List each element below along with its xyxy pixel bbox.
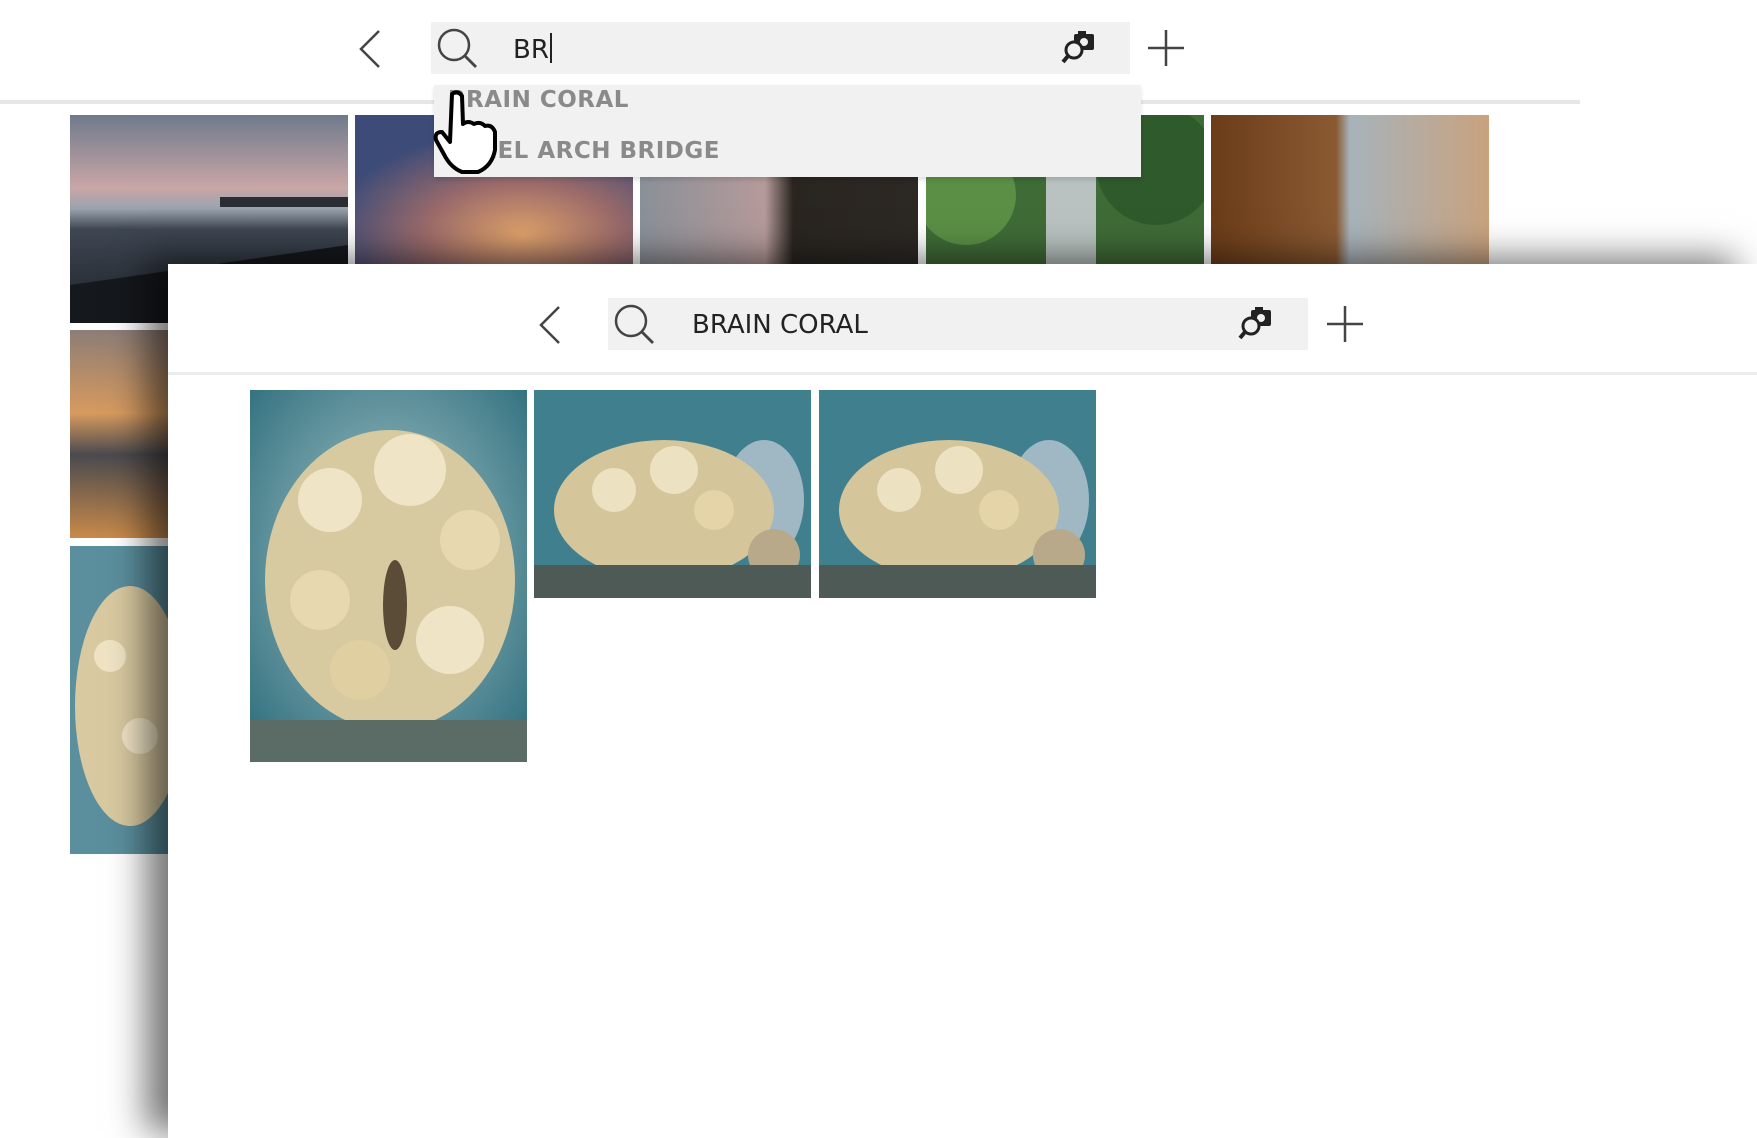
photo-thumbnail[interactable] <box>70 546 170 854</box>
search-results-window: BRAIN CORAL <box>168 264 1757 1138</box>
plus-icon[interactable] <box>1325 304 1365 344</box>
camera-search-icon[interactable] <box>1061 30 1097 66</box>
camera-search-icon[interactable] <box>1238 306 1274 342</box>
result-photo[interactable] <box>534 390 811 598</box>
search-bar[interactable]: BR <box>431 22 1130 74</box>
result-photo[interactable] <box>250 390 527 762</box>
chevron-left-icon[interactable] <box>355 28 385 70</box>
result-photo[interactable] <box>819 390 1096 598</box>
search-icon <box>612 302 656 346</box>
chevron-left-icon[interactable] <box>535 304 565 346</box>
search-bar[interactable]: BRAIN CORAL <box>608 298 1308 350</box>
suggestion-dropdown: BRAIN CORAL STEEL ARCH BRIDGE <box>434 85 1141 177</box>
plus-icon[interactable] <box>1146 28 1186 68</box>
photo-thumbnail[interactable] <box>1211 115 1489 265</box>
search-input[interactable]: BRAIN CORAL <box>692 310 868 340</box>
search-icon <box>435 26 479 70</box>
hand-pointer-icon <box>432 88 500 176</box>
photo-thumbnail[interactable] <box>70 330 170 538</box>
toolbar: BRAIN CORAL <box>168 264 1757 375</box>
text-caret <box>549 33 552 63</box>
search-input[interactable]: BR <box>513 33 552 65</box>
